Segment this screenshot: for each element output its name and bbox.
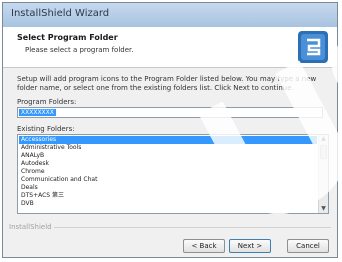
list-scrollbar[interactable]: ▲ ▼ <box>318 135 328 213</box>
page-title: Select Program Folder <box>17 33 118 42</box>
list-item[interactable]: Chrome <box>19 168 317 176</box>
instructions-text: Setup will add program icons to the Prog… <box>17 75 317 92</box>
list-item[interactable]: DVB <box>19 200 317 208</box>
cancel-button[interactable]: Cancel <box>287 239 329 253</box>
list-item[interactable]: Communication and Chat <box>19 176 317 184</box>
list-item[interactable]: DTS+ACS 第三 <box>19 192 317 200</box>
title-bar: InstallShield Wizard <box>3 3 337 27</box>
wizard-window: InstallShield Wizard Select Program Fold… <box>2 2 338 258</box>
footer-divider <box>9 227 331 228</box>
back-button[interactable]: < Back <box>183 239 225 253</box>
list-item[interactable]: Administrative Tools <box>19 144 317 152</box>
program-folder-input[interactable]: XXXXXXXX <box>17 107 323 118</box>
next-button[interactable]: Next > <box>229 239 271 253</box>
list-item[interactable]: ANALyB <box>19 152 317 160</box>
installshield-icon <box>298 31 328 63</box>
list-item[interactable]: Deals <box>19 184 317 192</box>
scroll-up-icon[interactable]: ▲ <box>320 135 327 143</box>
scroll-thumb[interactable] <box>320 145 327 159</box>
scroll-down-icon[interactable]: ▼ <box>320 205 327 213</box>
program-folder-label: Program Folders: <box>17 98 77 106</box>
list-item[interactable]: Accessories <box>19 136 317 144</box>
existing-folders-list[interactable]: Accessories Administrative Tools ANALyB Aut… <box>17 134 329 214</box>
page-subtitle: Please select a program folder. <box>25 46 134 54</box>
footer-brand: InstallShield <box>9 223 54 231</box>
header-banner: Select Program Folder Please select a pr… <box>3 27 337 68</box>
program-folder-value: XXXXXXXX <box>19 109 56 116</box>
existing-folders-label: Existing Folders: <box>17 125 75 133</box>
window-title: InstallShield Wizard <box>11 8 110 19</box>
list-item[interactable]: Autodesk <box>19 160 317 168</box>
